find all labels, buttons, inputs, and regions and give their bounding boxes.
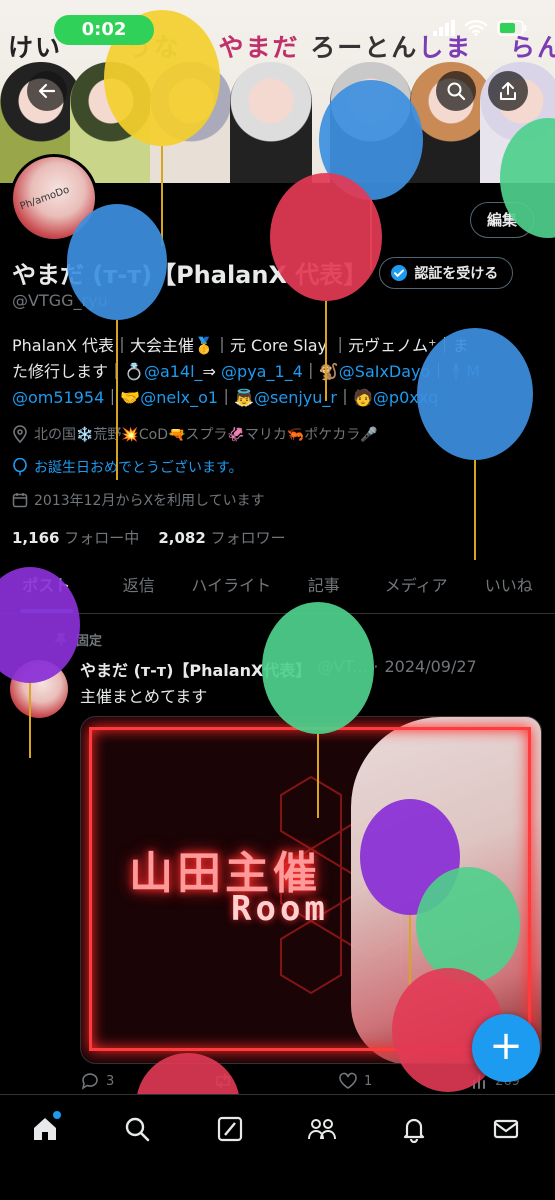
like-button[interactable]: 1 (338, 1072, 372, 1090)
mention-link[interactable]: @nelx_o1 (140, 388, 218, 407)
grok-icon (217, 1116, 243, 1142)
arrow-left-icon (38, 83, 56, 99)
followers-link[interactable]: 2,082 フォロワー (158, 529, 285, 547)
reply-button[interactable]: 3 (80, 1072, 114, 1090)
post-date[interactable]: 2024/09/27 (384, 657, 476, 681)
heart-icon (339, 1072, 357, 1089)
avatar-signature: Ph/amoDo (18, 184, 71, 213)
tab-highlights[interactable]: ハイライト (185, 560, 278, 613)
balloon-icon (13, 458, 27, 476)
post-actions: 3 1 269 (80, 1072, 520, 1090)
profile-tabs: ポスト 返信 ハイライト 記事 メディア いいね (0, 560, 555, 614)
profile-birthday: お誕生日おめでとうございます。 (12, 457, 243, 477)
search-button[interactable] (436, 71, 476, 111)
status-time: 0:02 (54, 15, 154, 45)
nav-home[interactable] (25, 1109, 65, 1149)
nav-notifications[interactable] (394, 1109, 434, 1149)
post-header: やまだ (т-т)【PhalanX代表】 @VT... · 2024/09/27 (80, 657, 540, 681)
compose-post-button[interactable]: + (472, 1014, 540, 1082)
profile-location: 北の国❄️荒野💥CoD🔫スプラ🦑マリカ🦐ポケカラ🎤 (12, 424, 378, 444)
repost-button[interactable] (213, 1072, 239, 1090)
follow-stats: 1,166 フォロー中 2,082 フォロワー (12, 527, 286, 548)
nav-communities[interactable] (302, 1109, 342, 1149)
profile-name-row: やまだ (т-т)【PhalanX 代表】 認証を受ける (12, 255, 514, 290)
tab-media[interactable]: メディア (370, 560, 463, 613)
pinned-indicator: 固定 (54, 630, 102, 649)
tab-likes[interactable]: いいね (463, 560, 555, 613)
communities-icon (308, 1119, 336, 1140)
nav-search[interactable] (117, 1109, 157, 1149)
media-subtitle: Room (231, 889, 329, 929)
mention-link[interactable]: @om51954 (12, 388, 104, 407)
mention-link[interactable]: @p0xxq (373, 388, 438, 407)
banner-character (230, 62, 312, 183)
mention-link[interactable]: @SaIxDayo (339, 362, 431, 381)
cellular-signal-icon (433, 20, 455, 36)
display-name: やまだ (т-т)【PhalanX 代表】 (12, 261, 368, 289)
tab-replies[interactable]: 返信 (93, 560, 186, 613)
post-avatar[interactable] (10, 660, 68, 718)
search-icon (125, 1117, 150, 1142)
mention-link[interactable]: @a14l_ (144, 362, 203, 381)
bio-line: @om51954｜🤝@nelx_o1｜👼@senjyu_r｜🧑@p0xxq (12, 388, 439, 407)
profile-joined: 2013年12月からXを利用しています (12, 490, 265, 510)
home-notification-dot (53, 1111, 61, 1119)
status-bar: 0:02 (0, 0, 555, 56)
bio-line: た修行します｜💍@a14l_⇒ @pya_1_4｜🐒@SaIxDayo｜🕴M (12, 362, 481, 381)
home-icon (34, 1118, 56, 1140)
edit-profile-button[interactable]: 編集 (470, 202, 534, 238)
post-author-handle: @VT... (317, 657, 368, 676)
location-pin-icon (13, 425, 27, 443)
reply-icon (81, 1073, 98, 1090)
verified-badge-icon (391, 264, 408, 281)
bottom-nav (0, 1094, 555, 1200)
post-author-name[interactable]: やまだ (т-т)【PhalanX代表】 (80, 657, 311, 681)
share-icon (500, 82, 516, 100)
nav-messages[interactable] (486, 1109, 526, 1149)
post-text: 主催まとめてます (80, 687, 208, 706)
repost-icon (216, 1073, 230, 1089)
calendar-icon (12, 493, 28, 508)
tab-posts[interactable]: ポスト (0, 560, 93, 613)
post-date-separator: · (373, 657, 379, 676)
banner-character (330, 62, 412, 183)
profile-handle: @VTGG_ryu (12, 291, 108, 310)
following-link[interactable]: 1,166 フォロー中 (12, 529, 139, 547)
post-media[interactable]: 山田主催 Room (80, 716, 542, 1064)
bio-line: PhalanX 代表｜大会主催🥇｜元 Core Slay ｜元ヴェノム⁺｜ま (12, 336, 469, 355)
get-verified-label: 認証を受ける (414, 265, 499, 282)
notifications-icon (403, 1118, 425, 1143)
profile-avatar[interactable]: Ph/amoDo (10, 154, 98, 242)
mention-link[interactable]: @senjyu_r (254, 388, 337, 407)
pin-icon (54, 632, 68, 646)
profile-bio: PhalanX 代表｜大会主催🥇｜元 Core Slay ｜元ヴェノム⁺｜ま た… (12, 333, 542, 411)
get-verified-button[interactable]: 認証を受ける (379, 256, 514, 289)
search-icon (447, 82, 466, 101)
banner-character (150, 62, 232, 183)
mention-link[interactable]: @pya_1_4 (221, 362, 303, 381)
battery-icon (497, 20, 527, 36)
back-button[interactable] (27, 71, 67, 111)
wifi-icon (465, 20, 487, 36)
nav-grok[interactable] (210, 1109, 250, 1149)
messages-icon (493, 1119, 519, 1139)
share-button[interactable] (488, 71, 528, 111)
tab-articles[interactable]: 記事 (278, 560, 371, 613)
status-icons (433, 20, 527, 36)
